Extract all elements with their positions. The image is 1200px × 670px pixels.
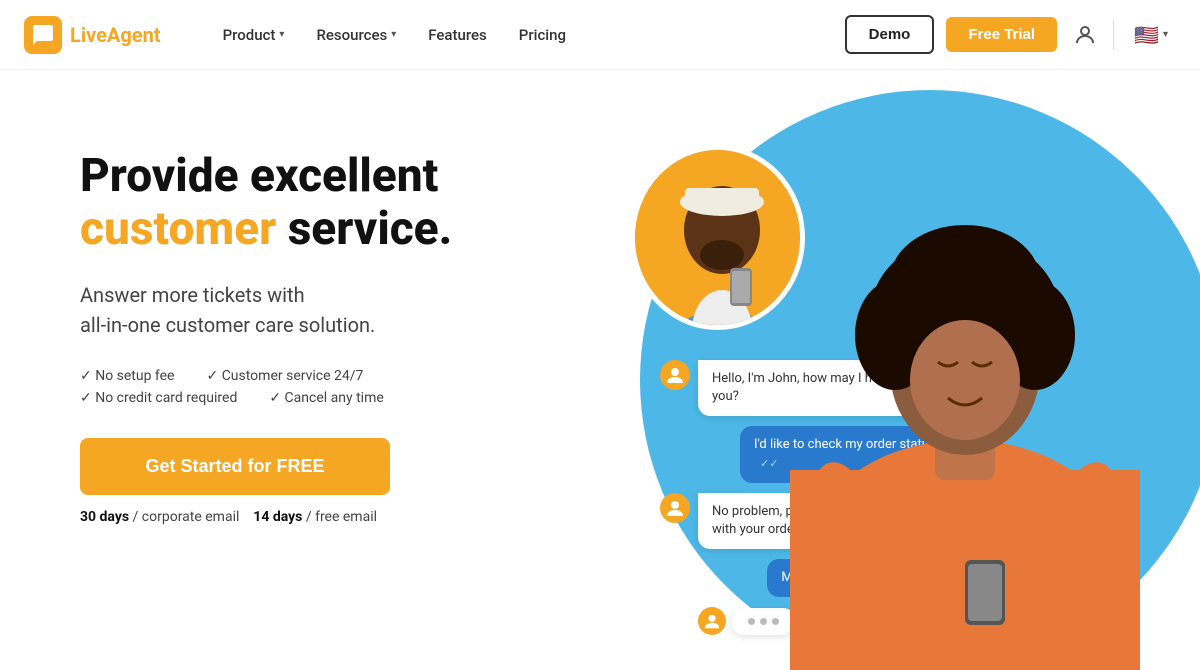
check-customer-service: ✓ Customer service 24/7 (206, 368, 363, 384)
language-selector[interactable]: 🇺🇸 ▾ (1126, 19, 1176, 51)
dot-2 (760, 618, 767, 625)
person-man (630, 145, 805, 330)
user-account-button[interactable] (1069, 19, 1101, 51)
typing-avatar (698, 607, 726, 635)
nav-pricing[interactable]: Pricing (505, 18, 580, 52)
logo-text: LiveAgent (70, 23, 161, 47)
logo-icon (24, 16, 62, 54)
hero-left: Provide excellent customer service. Answ… (80, 130, 600, 525)
hero-section: Provide excellent customer service. Answ… (0, 70, 1200, 670)
chevron-down-icon: ▾ (1163, 29, 1168, 40)
chevron-down-icon: ▾ (279, 29, 284, 40)
nav-product[interactable]: Product ▾ (209, 18, 299, 52)
navbar: LiveAgent Product ▾ Resources ▾ Features… (0, 0, 1200, 70)
nav-right: Demo Free Trial 🇺🇸 ▾ (845, 15, 1176, 54)
flag-icon: 🇺🇸 (1134, 23, 1159, 47)
check-cancel-anytime: ✓ Cancel any time (269, 390, 383, 406)
chevron-down-icon: ▾ (391, 29, 396, 40)
hero-checks: ✓ No setup fee ✓ Customer service 24/7 ✓… (80, 368, 600, 406)
trial-info: 30 days / corporate email 14 days / free… (80, 509, 600, 525)
hero-title: Provide excellent customer service. (80, 150, 600, 256)
check-no-setup-fee: ✓ No setup fee (80, 368, 174, 384)
free-trial-button[interactable]: Free Trial (946, 17, 1057, 52)
chat-avatar-1 (660, 360, 690, 390)
demo-button[interactable]: Demo (845, 15, 935, 54)
nav-features[interactable]: Features (414, 18, 500, 52)
person-woman (790, 140, 1140, 670)
woman-silhouette (790, 140, 1140, 670)
check-no-credit-card: ✓ No credit card required (80, 390, 237, 406)
dot-3 (772, 618, 779, 625)
get-started-button[interactable]: Get Started for FREE (80, 438, 390, 495)
dot-1 (748, 618, 755, 625)
nav-links: Product ▾ Resources ▾ Features Pricing (209, 18, 845, 52)
hero-right: Hello, I'm John, how may I help you? I'd… (600, 130, 1140, 670)
chat-icon (31, 23, 55, 47)
hero-subtitle: Answer more tickets with all-in-one cust… (80, 280, 600, 340)
nav-resources[interactable]: Resources ▾ (302, 18, 410, 52)
nav-divider (1113, 20, 1114, 50)
logo[interactable]: LiveAgent (24, 16, 161, 54)
chat-avatar-2 (660, 493, 690, 523)
typing-dots (732, 608, 795, 635)
